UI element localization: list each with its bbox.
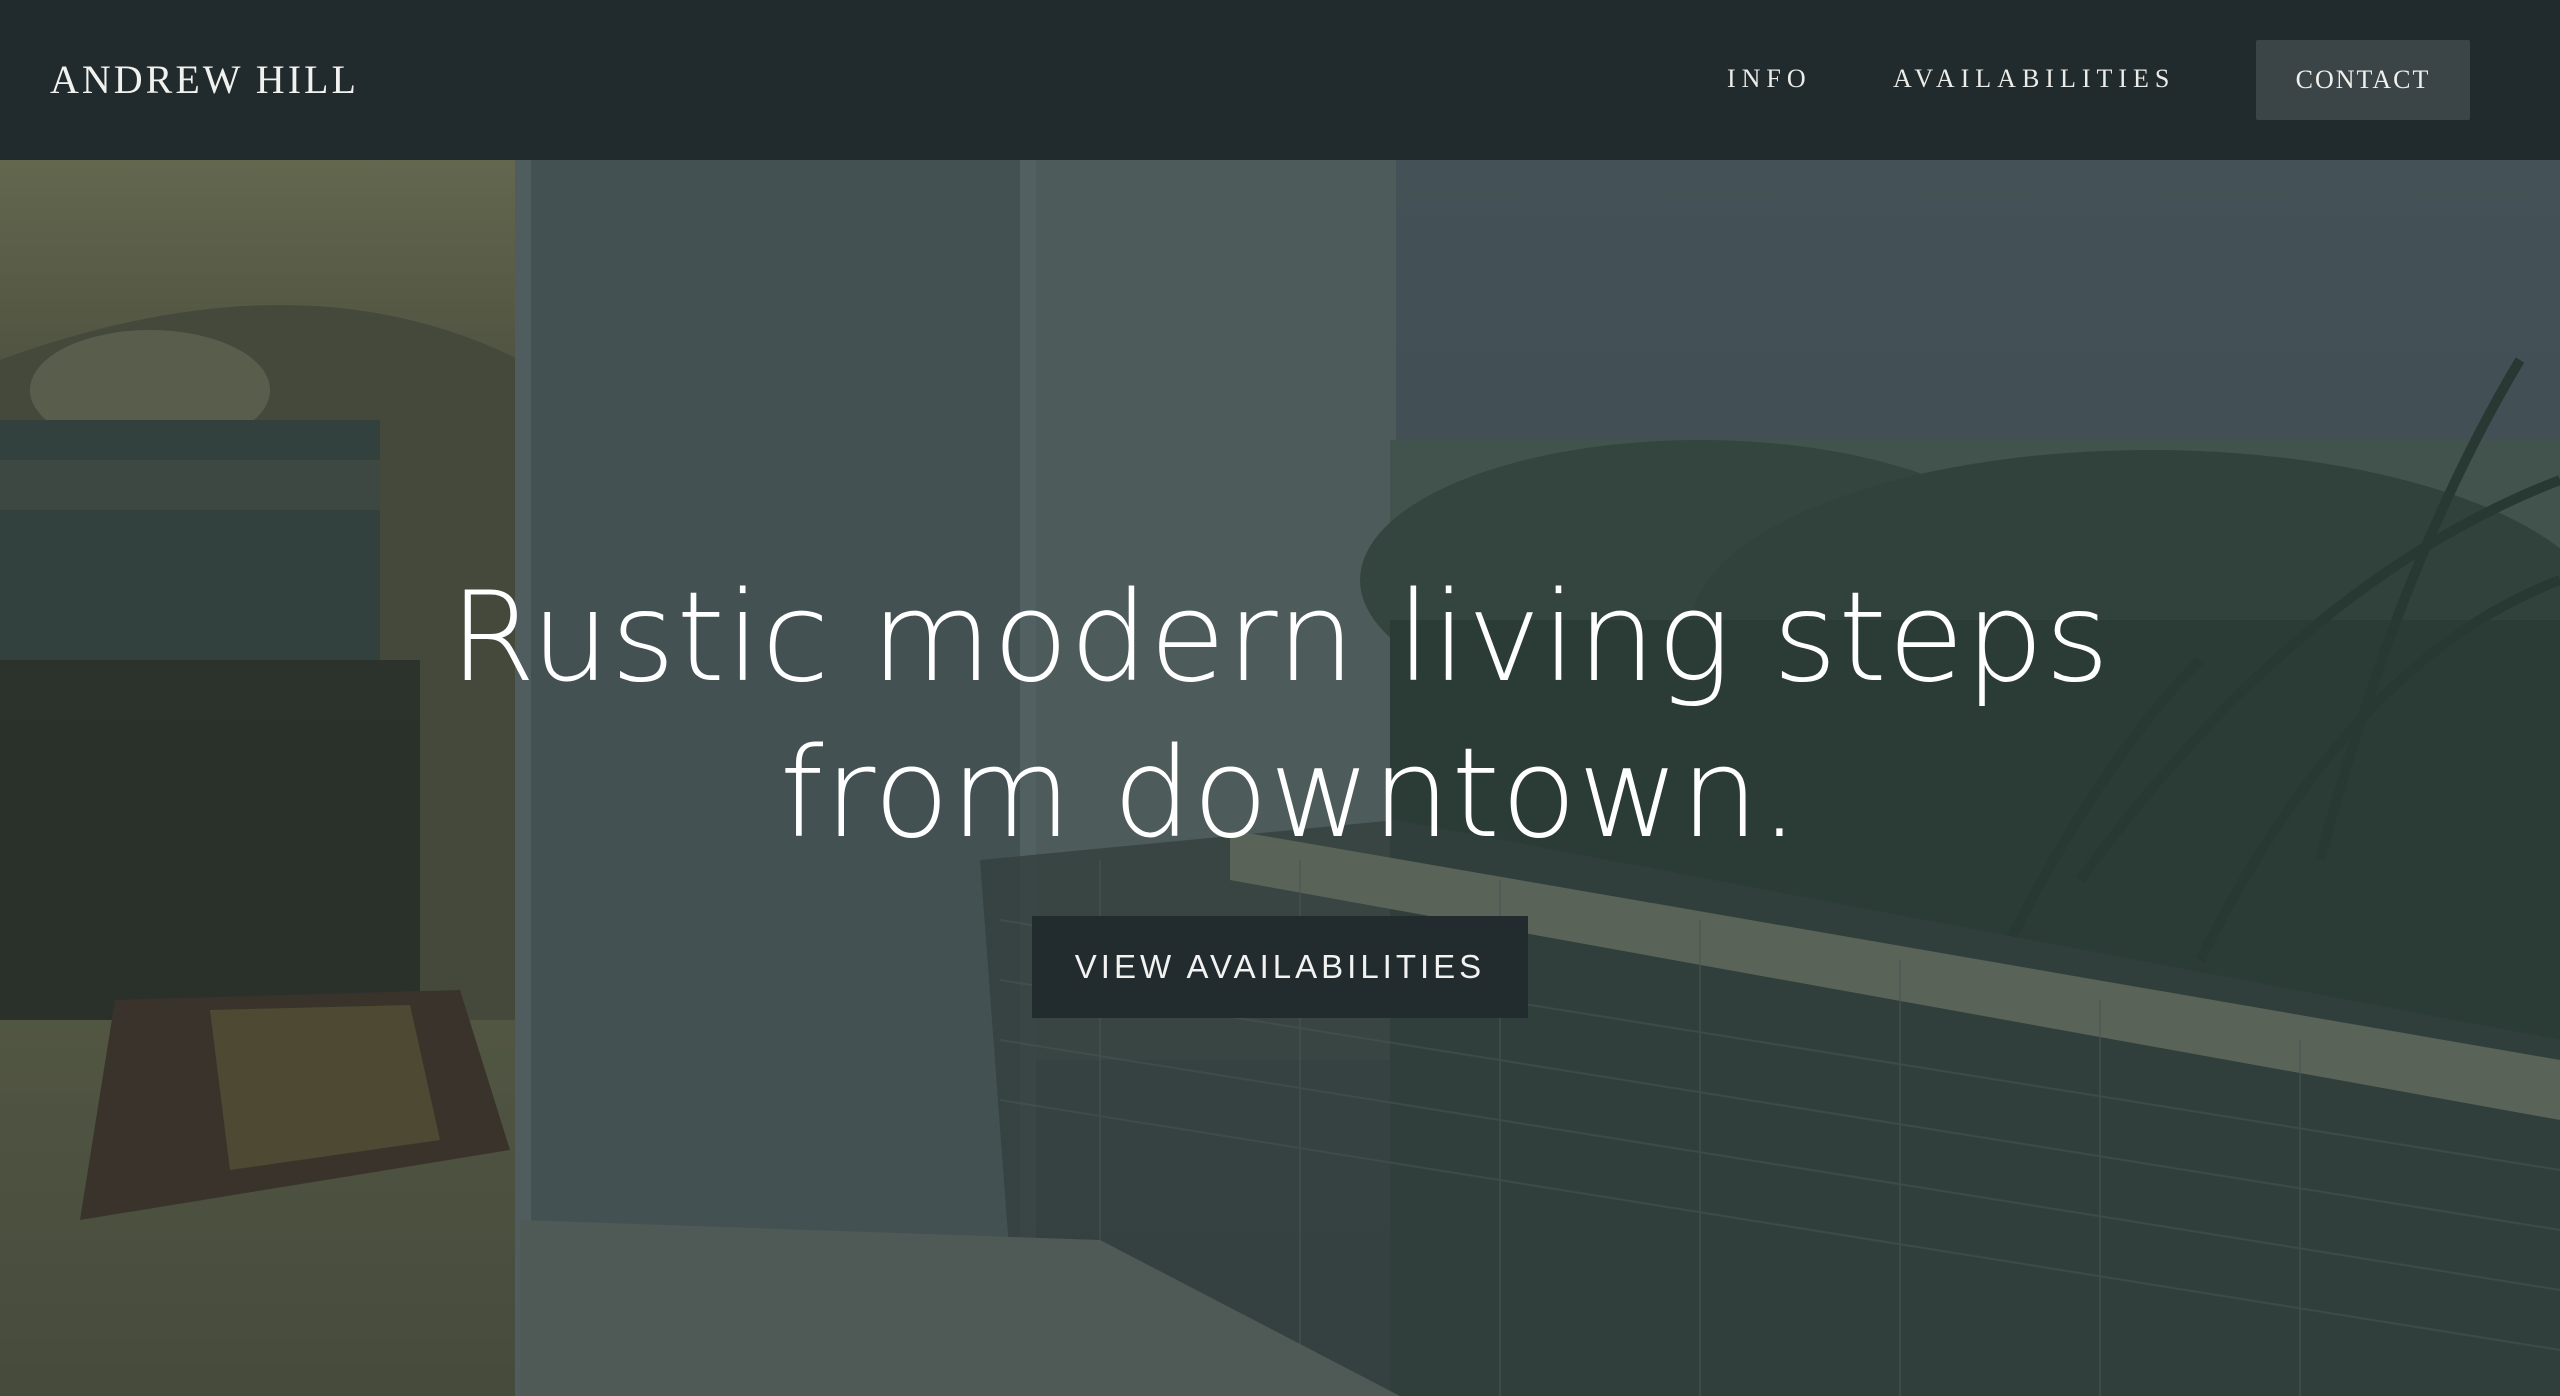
nav-link-info[interactable]: INFO [1727,62,1812,96]
hero-title-line-1: Rustic modern living steps [449,566,2111,710]
hero-title-line-2: from downtown. [779,722,1801,866]
contact-button[interactable]: CONTACT [2256,40,2470,120]
site-header: ANDREW HILL INFO AVAILABILITIES CONTACT [0,0,2560,160]
view-availabilities-button[interactable]: VIEW AVAILABILITIES [1032,916,1528,1018]
hero-title: Rustic modern living steps from downtown… [0,560,2560,872]
brand-logo[interactable]: ANDREW HILL [50,56,359,104]
hero-section: Rustic modern living steps from downtown… [0,160,2560,1396]
nav-link-availabilities[interactable]: AVAILABILITIES [1893,62,2175,96]
